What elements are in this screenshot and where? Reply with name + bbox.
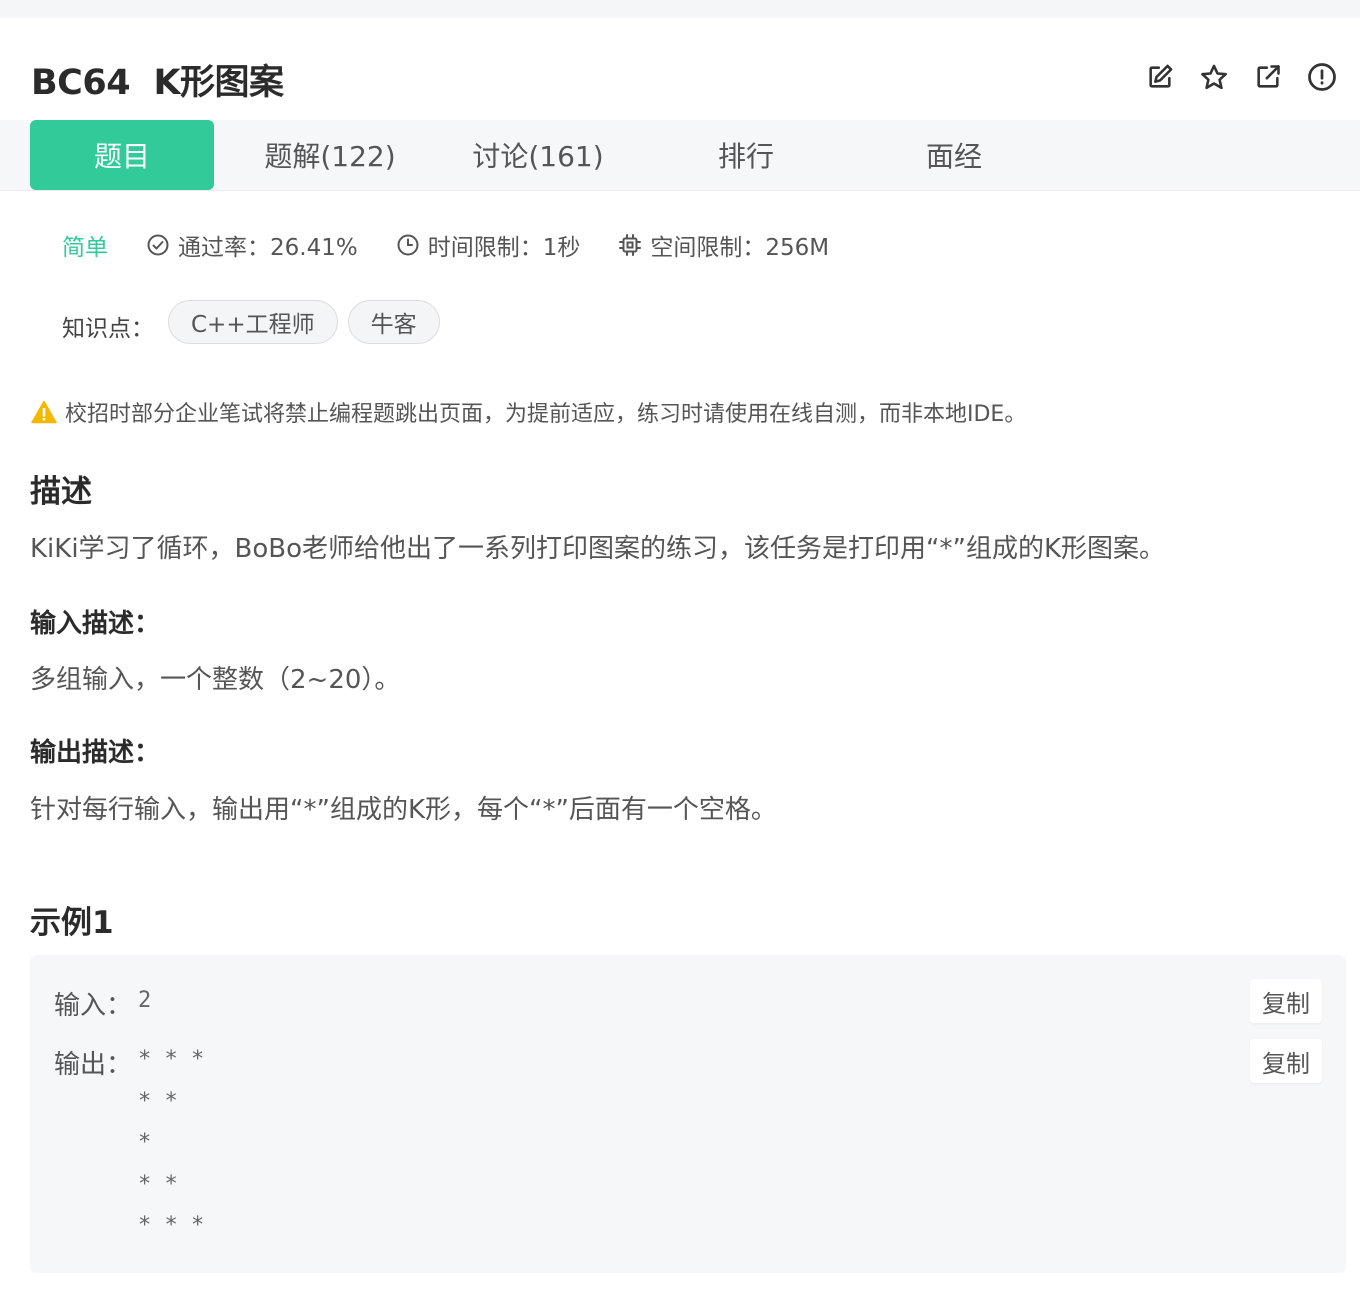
- copy-input-button[interactable]: 复制: [1250, 979, 1322, 1023]
- time-limit-text: 时间限制：1秒: [427, 235, 581, 261]
- input-desc-heading: 输入描述：: [30, 609, 161, 639]
- pass-rate: 通过率：26.41%: [146, 228, 358, 262]
- input-desc-text: 多组输入，一个整数（2~20）。: [30, 665, 401, 695]
- example-output-value: * * * * * * * * * * *: [138, 1047, 205, 1238]
- tab-discussion[interactable]: 讨论(161): [446, 120, 630, 190]
- report-icon: [1308, 63, 1336, 91]
- description-text: KiKi学习了循环，BoBo老师给他出了一系列打印图案的练习，该任务是打印用“*…: [30, 534, 1166, 564]
- example-input-value: 2: [138, 988, 152, 1013]
- problem-meta: 简单 通过率：26.41% 时间限制：1秒 空间限制：256M: [62, 228, 867, 262]
- copy-output-button[interactable]: 复制: [1250, 1039, 1322, 1083]
- tab-bar: 题目 题解(122) 讨论(161) 排行 面经: [0, 120, 1360, 191]
- share-button[interactable]: [1248, 60, 1288, 94]
- edit-icon: [1149, 64, 1173, 88]
- knowledge-points: 知识点： C++工程师 牛客: [62, 300, 450, 344]
- memory-limit-text: 空间限制：256M: [650, 235, 830, 261]
- star-icon: [1201, 64, 1227, 90]
- check-circle-icon: [147, 234, 169, 256]
- chip-icon: [619, 234, 642, 256]
- edit-button[interactable]: [1140, 60, 1180, 94]
- share-icon: [1257, 65, 1280, 88]
- example-box: 输入： 2 复制 输出： * * * * * * * * * * * 复制: [30, 955, 1346, 1273]
- tab-ranking[interactable]: 排行: [654, 120, 838, 190]
- report-button[interactable]: [1302, 60, 1342, 94]
- title-actions: [1140, 60, 1356, 94]
- warning-text: 校招时部分企业笔试将禁止编程题跳出页面，为提前适应，练习时请使用在线自测，而非本…: [65, 402, 1027, 427]
- tab-interview[interactable]: 面经: [862, 120, 1046, 190]
- example-input-label: 输入：: [54, 991, 133, 1021]
- difficulty-badge: 简单: [62, 235, 108, 261]
- tab-solutions[interactable]: 题解(122): [238, 120, 422, 190]
- tag-chip[interactable]: C++工程师: [168, 300, 338, 344]
- output-desc-heading: 输出描述：: [30, 738, 161, 768]
- pass-rate-text: 通过率：26.41%: [178, 235, 358, 261]
- favorite-button[interactable]: [1194, 60, 1234, 94]
- warning-icon: [31, 400, 57, 424]
- description-heading: 描述: [30, 474, 92, 510]
- example-output-label: 输出：: [54, 1050, 133, 1080]
- output-desc-text: 针对每行输入，输出用“*”组成的K形，每个“*”后面有一个空格。: [30, 795, 777, 825]
- top-strip: [0, 0, 1360, 18]
- warning-notice: 校招时部分企业笔试将禁止编程题跳出页面，为提前适应，练习时请使用在线自测，而非本…: [31, 396, 1026, 428]
- example-heading: 示例1: [30, 905, 114, 941]
- clock-icon: [397, 234, 419, 256]
- problem-title: BC64 K形图案: [31, 63, 284, 103]
- time-limit: 时间限制：1秒: [396, 228, 581, 262]
- tab-problem[interactable]: 题目: [30, 120, 214, 190]
- tag-chip[interactable]: 牛客: [347, 300, 440, 344]
- knowledge-label: 知识点：: [62, 316, 154, 342]
- memory-limit: 空间限制：256M: [618, 228, 829, 262]
